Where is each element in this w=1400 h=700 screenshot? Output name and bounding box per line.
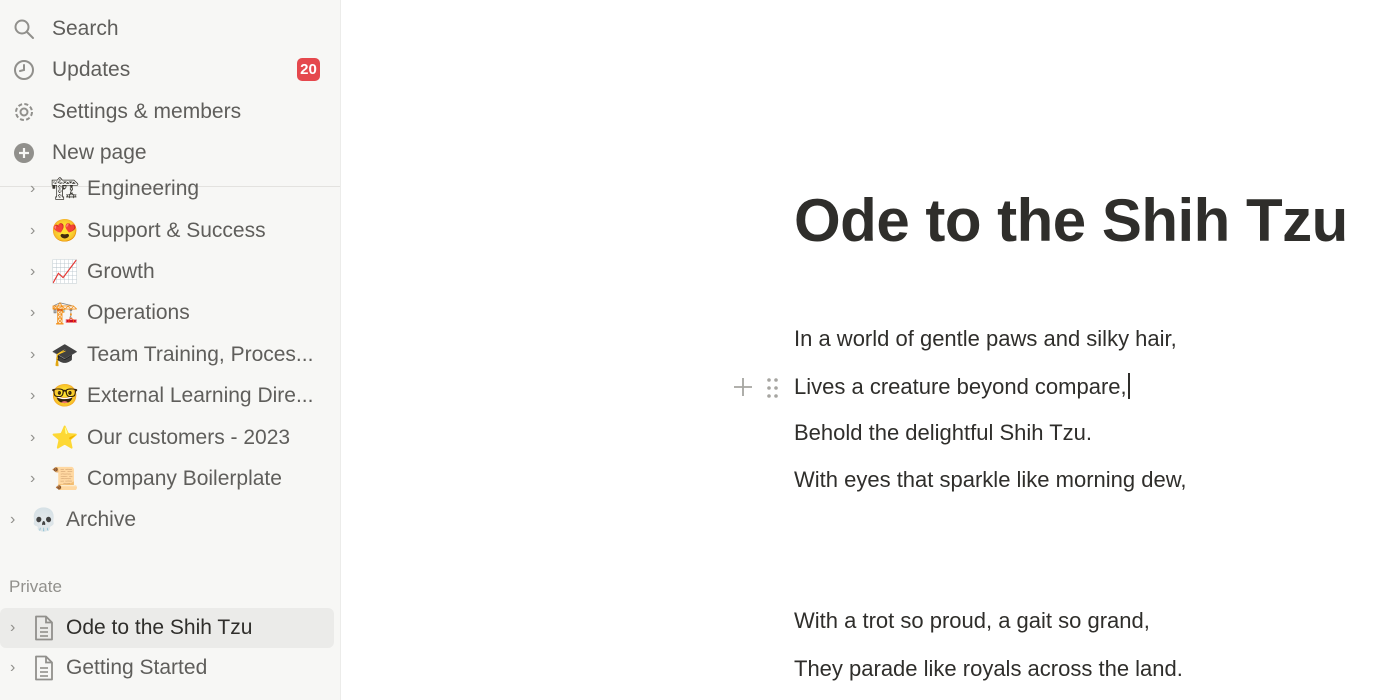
chevron-right-icon[interactable]: › [30,347,44,363]
chevron-right-icon[interactable]: › [30,305,44,321]
sidebar-new-page-label: New page [52,141,147,164]
sidebar-settings-label: Settings & members [52,100,242,123]
text-caret [1127,373,1130,399]
text-block-content: Lives a creature beyond compare, [794,374,1127,399]
sidebar-item-operations[interactable]: › 🏗️ Operations [0,295,340,331]
sidebar-item-our-customers[interactable]: › ⭐ Our customers - 2023 [0,420,340,456]
sidebar-search[interactable]: Search [0,9,340,49]
sidebar-item-label: External Learning Dire... [87,384,314,407]
section-label-private: Private [9,577,62,596]
chevron-right-icon[interactable]: › [10,660,24,676]
sidebar-item-label: Engineering [87,177,200,200]
graduation-cap-emoji-icon: 🎓 [51,342,79,367]
heart-eyes-emoji-icon: 😍 [51,218,79,243]
gear-icon [12,100,36,124]
crane-emoji-icon: 🏗️ [51,300,79,325]
sidebar-item-label: Our customers - 2023 [87,426,291,449]
document-icon [33,655,55,681]
sidebar-updates-label: Updates [52,58,131,81]
text-block[interactable]: In a world of gentle paws and silky hair… [794,326,1177,352]
chevron-right-icon[interactable]: › [10,512,24,528]
sidebar-item-engineering[interactable]: › 🏗 Engineering [0,171,340,207]
text-block[interactable]: With eyes that sparkle like morning dew, [794,467,1187,493]
plus-circle-icon [12,141,36,165]
add-block-icon[interactable] [731,375,755,399]
page-editor: Ode to the Shih Tzu In a world of gentle… [341,0,1400,700]
sidebar-item-label: Operations [87,301,190,324]
sidebar-item-company-boilerplate[interactable]: › 📜 Company Boilerplate [0,461,340,497]
sidebar-item-label: Company Boilerplate [87,467,282,490]
document-icon [33,615,55,641]
chevron-right-icon[interactable]: › [30,471,44,487]
sidebar-item-archive[interactable]: › 💀 Archive [0,502,340,538]
text-block[interactable]: With a trot so proud, a gait so grand, [794,608,1150,634]
clock-icon [12,58,36,82]
text-block[interactable]: They parade like royals across the land. [794,656,1183,682]
sidebar-item-label: Team Training, Proces... [87,343,314,366]
sidebar-item-ode-to-the-shih-tzu[interactable]: › Ode to the Shih Tzu [0,608,334,648]
updates-badge: 20 [297,58,320,81]
sidebar-item-label: Archive [66,508,137,531]
sidebar: Search Updates 20 Settings & members New… [0,0,341,700]
sidebar-item-team-training[interactable]: › 🎓 Team Training, Proces... [0,337,340,373]
scroll-emoji-icon: 📜 [51,466,79,491]
chevron-right-icon[interactable]: › [10,620,24,636]
sidebar-new-page[interactable]: New page [0,133,340,173]
chart-increasing-emoji-icon: 📈 [51,259,79,284]
sidebar-item-label: Ode to the Shih Tzu [66,616,253,639]
sidebar-item-growth[interactable]: › 📈 Growth [0,254,340,290]
star-emoji-icon: ⭐ [51,425,79,450]
skull-emoji-icon: 💀 [30,507,58,532]
sidebar-item-getting-started[interactable]: › Getting Started [0,650,340,686]
text-block[interactable]: Behold the delightful Shih Tzu. [794,420,1092,446]
drag-handle-icon[interactable] [765,376,781,400]
chevron-right-icon[interactable]: › [30,388,44,404]
sidebar-item-label: Support & Success [87,219,266,242]
sidebar-search-label: Search [52,17,119,40]
chevron-right-icon[interactable]: › [30,181,44,197]
nerd-face-emoji-icon: 🤓 [51,383,79,408]
sidebar-item-label: Getting Started [66,656,208,679]
chevron-right-icon[interactable]: › [30,264,44,280]
text-block-focused[interactable]: Lives a creature beyond compare, [794,373,1130,400]
sidebar-settings[interactable]: Settings & members [0,92,340,132]
sidebar-item-support-success[interactable]: › 😍 Support & Success [0,213,340,249]
sidebar-updates[interactable]: Updates 20 [0,50,340,90]
chevron-right-icon[interactable]: › [30,223,44,239]
search-icon [12,17,36,41]
construction-emoji-icon: 🏗 [51,176,79,201]
sidebar-item-external-learning[interactable]: › 🤓 External Learning Dire... [0,378,340,414]
page-title[interactable]: Ode to the Shih Tzu [794,186,1348,255]
chevron-right-icon[interactable]: › [30,430,44,446]
sidebar-item-label: Growth [87,260,155,283]
